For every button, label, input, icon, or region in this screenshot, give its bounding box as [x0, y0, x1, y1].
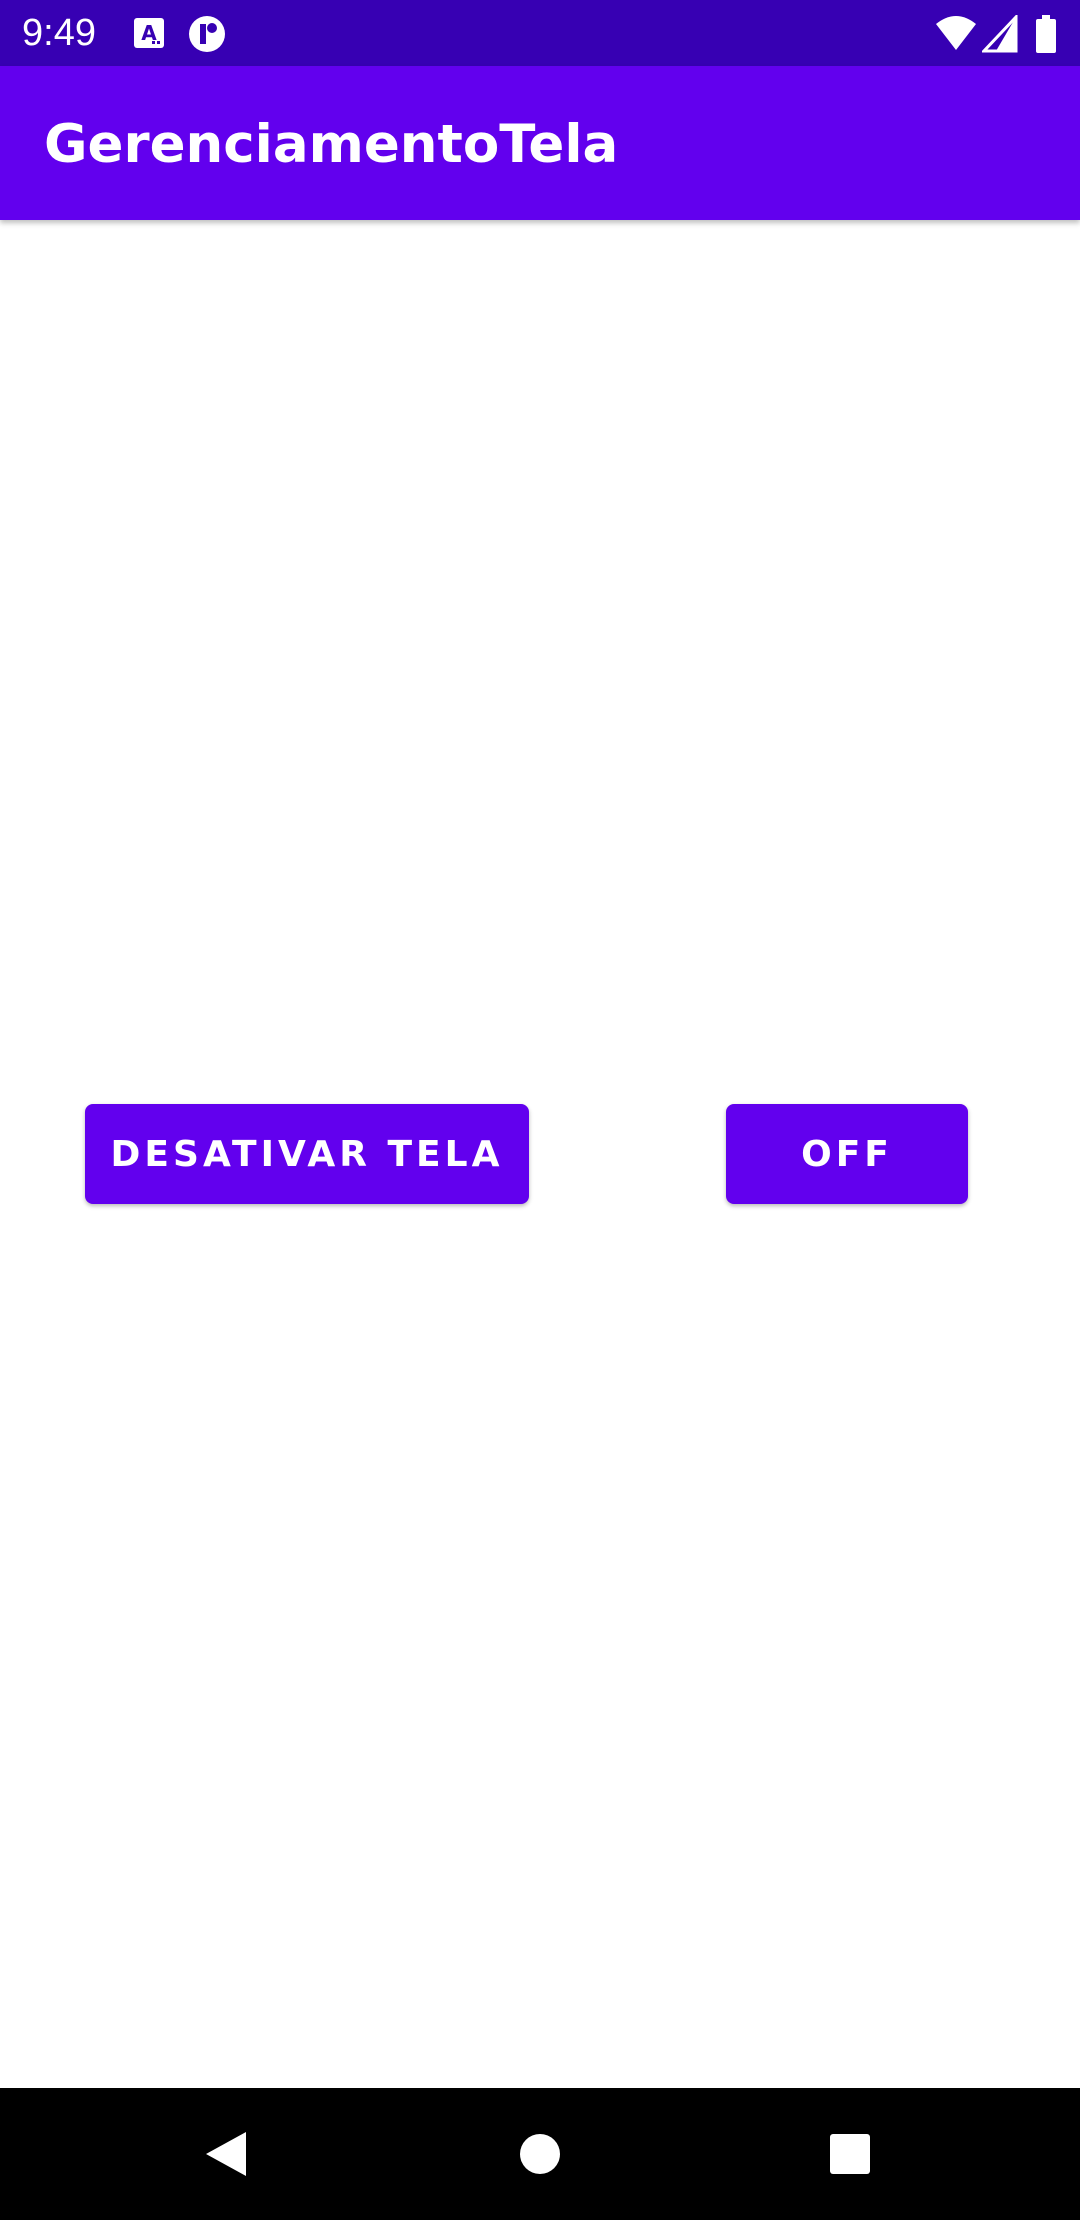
a-notification-icon: A — [130, 14, 170, 54]
desativar-tela-button[interactable]: DESATIVAR TELA — [85, 1104, 529, 1204]
status-bar: 9:49 A — [0, 0, 1080, 66]
status-time: 9:49 — [22, 12, 96, 54]
app-title: GerenciamentoTela — [44, 114, 619, 175]
screen: 9:49 A GerenciamentoTela DESATIVAR TELA … — [0, 0, 1080, 2220]
home-icon[interactable] — [500, 2114, 580, 2194]
off-button[interactable]: OFF — [726, 1104, 968, 1204]
signal-icon — [982, 15, 1018, 53]
r-notification-icon — [187, 14, 227, 54]
navigation-bar — [0, 2088, 1080, 2220]
recents-icon[interactable] — [810, 2114, 890, 2194]
app-bar: GerenciamentoTela — [0, 66, 1080, 220]
back-icon[interactable] — [186, 2114, 266, 2194]
battery-icon — [1034, 14, 1058, 54]
wifi-icon — [934, 14, 978, 54]
